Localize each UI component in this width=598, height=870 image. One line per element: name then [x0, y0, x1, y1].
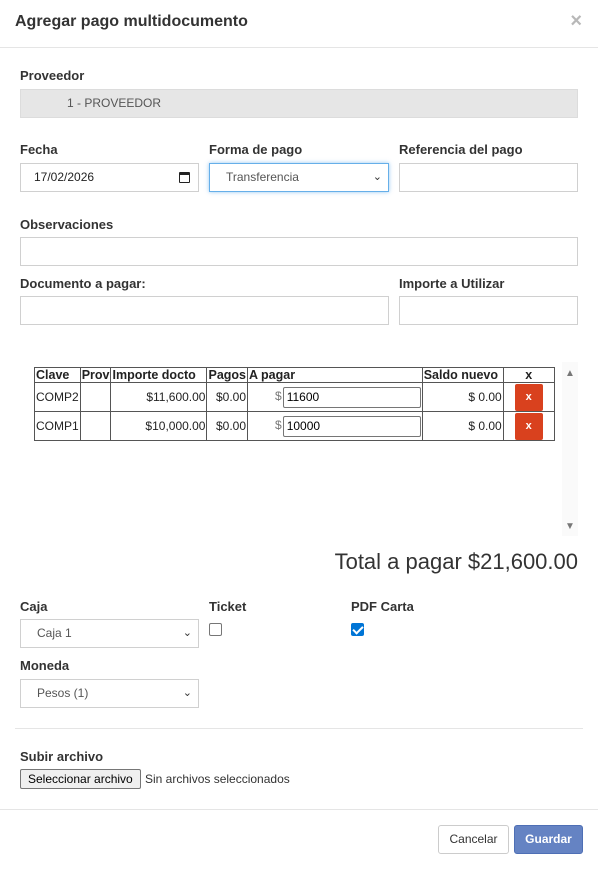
- header-saldo: Saldo nuevo: [421, 367, 504, 383]
- documento-label: Documento a pagar:: [20, 276, 146, 291]
- a-pagar-input[interactable]: 10000: [282, 415, 421, 437]
- delete-row-button[interactable]: x: [514, 383, 543, 411]
- fecha-label: Fecha: [20, 142, 58, 157]
- modal-title: Agregar pago multidocumento: [15, 13, 248, 30]
- forma-pago-value: Transferencia: [226, 170, 299, 184]
- moneda-select[interactable]: Pesos (1) ⌄: [20, 679, 199, 708]
- cell-clave: COMP2: [34, 382, 81, 412]
- moneda-value: Pesos (1): [37, 686, 89, 700]
- cell-pagos: $0.00: [206, 382, 248, 412]
- fecha-date-input[interactable]: 17/02/2026: [20, 163, 199, 192]
- header-pagos: Pagos: [206, 367, 248, 383]
- total-a-pagar: Total a pagar $21,600.00: [334, 549, 578, 574]
- observaciones-label: Observaciones: [20, 217, 114, 232]
- header-prov: Prov: [79, 367, 112, 383]
- header-delete: x: [502, 367, 555, 383]
- calendar-icon[interactable]: [179, 172, 190, 183]
- documento-input[interactable]: [20, 296, 389, 325]
- forma-pago-select[interactable]: Transferencia ⌄: [209, 163, 389, 192]
- table-scrollbar[interactable]: ▲ ▼: [562, 362, 578, 536]
- upload-label: Subir archivo: [20, 749, 104, 764]
- forma-pago-label: Forma de pago: [209, 142, 303, 157]
- section-divider: [15, 728, 583, 729]
- cell-saldo: $ 0.00: [421, 382, 504, 412]
- proveedor-label: Proveedor: [20, 68, 85, 83]
- close-icon[interactable]: ×: [570, 11, 582, 31]
- delete-row-button[interactable]: x: [514, 412, 543, 440]
- scroll-up-arrow-icon[interactable]: ▲: [565, 368, 575, 379]
- chevron-down-icon: ⌄: [182, 687, 192, 699]
- ticket-label: Ticket: [209, 599, 247, 614]
- documents-table-container: Clave Prov Importe docto Pagos A pagar S…: [20, 362, 578, 536]
- cell-importe: $10,000.00: [110, 411, 208, 441]
- cell-a-pagar: $10000: [247, 411, 423, 441]
- referencia-label: Referencia del pago: [399, 142, 523, 157]
- caja-select[interactable]: Caja 1 ⌄: [20, 619, 199, 648]
- pdf-carta-checkbox[interactable]: [351, 623, 364, 636]
- select-file-button[interactable]: Seleccionar archivo: [20, 769, 141, 789]
- table-row: COMP2 $11,600.00 $0.00 $11600 $ 0.00 x: [34, 382, 555, 412]
- documents-table: Clave Prov Importe docto Pagos A pagar S…: [34, 367, 555, 441]
- moneda-label: Moneda: [20, 658, 70, 673]
- scroll-down-arrow-icon[interactable]: ▼: [565, 521, 575, 532]
- cell-delete: x: [502, 411, 555, 441]
- currency-symbol: $: [275, 418, 282, 433]
- footer-divider: [0, 809, 598, 810]
- header-clave: Clave: [34, 367, 81, 383]
- cell-prov: [79, 411, 112, 441]
- referencia-input[interactable]: [399, 163, 578, 192]
- chevron-down-icon: ⌄: [182, 627, 192, 639]
- cell-saldo: $ 0.00: [421, 411, 504, 441]
- chevron-down-icon: ⌄: [372, 171, 382, 183]
- importe-label: Importe a Utilizar: [399, 276, 505, 291]
- a-pagar-input[interactable]: 11600: [282, 386, 421, 408]
- table-row: COMP1 $10,000.00 $0.00 $10000 $ 0.00 x: [34, 411, 555, 441]
- cell-a-pagar: $11600: [247, 382, 423, 412]
- cell-prov: [79, 382, 112, 412]
- cell-clave: COMP1: [34, 411, 81, 441]
- cell-delete: x: [502, 382, 555, 412]
- caja-label: Caja: [20, 599, 48, 614]
- importe-input[interactable]: [399, 296, 578, 325]
- save-button[interactable]: Guardar: [514, 825, 583, 854]
- proveedor-field: 1 - PROVEEDOR: [20, 89, 578, 118]
- pdf-carta-label: PDF Carta: [351, 599, 414, 614]
- cancel-button[interactable]: Cancelar: [438, 825, 509, 854]
- cell-importe: $11,600.00: [110, 382, 208, 412]
- ticket-checkbox[interactable]: [209, 623, 222, 636]
- fecha-value: 17/02/2026: [34, 170, 95, 184]
- table-header-row: Clave Prov Importe docto Pagos A pagar S…: [34, 367, 555, 383]
- file-status-text: Sin archivos seleccionados: [145, 772, 290, 786]
- header-a-pagar: A pagar: [247, 367, 423, 383]
- observaciones-input[interactable]: [20, 237, 578, 266]
- modal-header: Agregar pago multidocumento ×: [0, 0, 598, 48]
- multidocument-payment-modal: Agregar pago multidocumento × Proveedor …: [0, 0, 598, 870]
- caja-value: Caja 1: [37, 626, 72, 640]
- header-importe: Importe docto: [110, 367, 208, 383]
- cell-pagos: $0.00: [206, 411, 248, 441]
- currency-symbol: $: [275, 389, 282, 404]
